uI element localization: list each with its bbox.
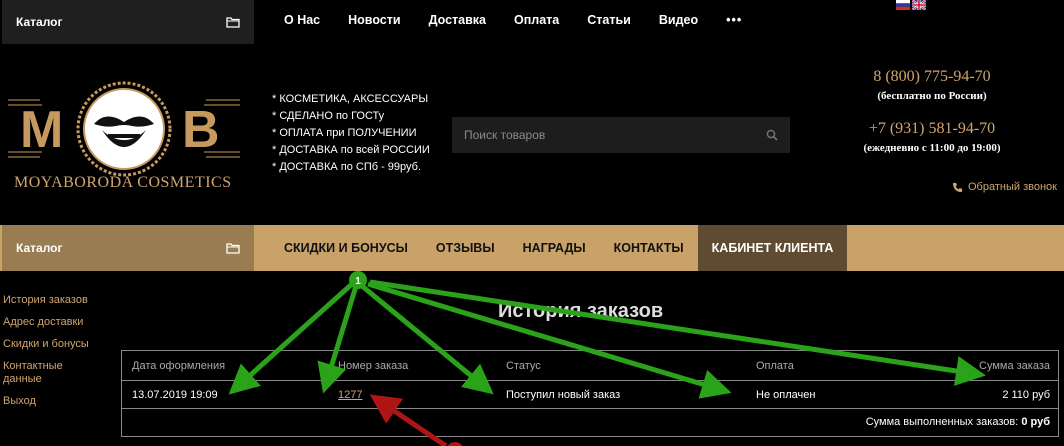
order-number-link[interactable]: 1277	[338, 389, 362, 401]
green-marker	[349, 271, 367, 289]
column-header-number: Номер заказа	[338, 359, 409, 372]
nav-video[interactable]: Видео	[659, 13, 698, 27]
nav-about[interactable]: О Нас	[284, 13, 320, 27]
table-header: Дата оформления Номер заказа Статус Опла…	[122, 351, 1058, 381]
sidebar-item-discounts[interactable]: Скидки и бонусы	[3, 338, 103, 351]
feature-item: * КОСМЕТИКА, АКСЕССУАРЫ	[272, 93, 429, 105]
feature-item: * ДОСТАВКА по СПб - 99руб.	[272, 161, 422, 173]
callback-label: Обратный звонок	[968, 181, 1057, 193]
orders-total-value: 0 руб	[1021, 416, 1050, 428]
catalog-label: Каталог	[16, 241, 63, 255]
nav-reviews[interactable]: ОТЗЫВЫ	[422, 225, 509, 271]
orders-table: Дата оформления Номер заказа Статус Опла…	[121, 350, 1059, 437]
callback-link[interactable]: Обратный звонок	[952, 181, 1057, 193]
nav-delivery[interactable]: Доставка	[429, 13, 486, 27]
feature-item: * ДОСТАВКА по всей РОССИИ	[272, 144, 430, 156]
phone-secondary[interactable]: +7 (931) 581-94-70	[850, 120, 1014, 138]
top-nav: О Нас Новости Доставка Оплата Статьи Вид…	[270, 0, 756, 40]
green-marker-label: 1	[355, 276, 361, 287]
order-status: Поступил новый заказ	[506, 388, 621, 401]
feature-item: * СДЕЛАНО по ГОСТу	[272, 110, 385, 122]
language-switcher	[896, 0, 926, 10]
column-header-date: Дата оформления	[132, 359, 226, 372]
nav-payment[interactable]: Оплата	[514, 13, 559, 27]
phone-primary[interactable]: 8 (800) 775-94-70	[850, 68, 1014, 86]
account-sidebar: История заказов Адрес доставки Скидки и …	[3, 294, 103, 417]
page-title: История заказов	[498, 300, 664, 322]
sidebar-item-order-history[interactable]: История заказов	[3, 294, 103, 307]
nav-discounts[interactable]: СКИДКИ И БОНУСЫ	[270, 225, 422, 271]
red-marker	[447, 442, 463, 446]
column-header-status: Статус	[506, 359, 541, 372]
catalog-button[interactable]: Каталог	[2, 225, 254, 271]
search-input[interactable]	[464, 128, 766, 142]
column-header-payment: Оплата	[756, 359, 794, 372]
logo-letter-b: B	[182, 101, 220, 159]
search-bar	[452, 117, 790, 153]
phone-icon	[952, 182, 963, 192]
nav-articles[interactable]: Статьи	[587, 13, 631, 27]
contacts-block: 8 (800) 775-94-70 (бесплатно по России) …	[850, 68, 1014, 154]
logo-letter-m: M	[20, 101, 63, 159]
nav-more[interactable]: •••	[726, 13, 742, 27]
feature-item: * ОПЛАТА при ПОЛУЧЕНИИ	[272, 127, 417, 139]
nav-awards[interactable]: НАГРАДЫ	[509, 225, 600, 271]
russian-flag-icon[interactable]	[896, 0, 910, 10]
order-payment: Не оплачен	[756, 388, 816, 401]
sidebar-item-logout[interactable]: Выход	[3, 395, 103, 408]
orders-total-label: Сумма выполненных заказов:	[865, 416, 1019, 428]
english-flag-icon[interactable]	[912, 0, 926, 10]
orders-total: Сумма выполненных заказов: 0 руб	[866, 416, 1050, 428]
sidebar-item-contact-data[interactable]: Контактные данные	[3, 360, 103, 386]
nav-contacts[interactable]: КОНТАКТЫ	[600, 225, 698, 271]
main-nav: Каталог СКИДКИ И БОНУСЫ ОТЗЫВЫ НАГРАДЫ К…	[0, 225, 1064, 271]
nav-client-cabinet[interactable]: КАБИНЕТ КЛИЕНТА	[697, 225, 848, 271]
table-row: 13.07.2019 19:09 1277 Поступил новый зак…	[122, 381, 1058, 409]
column-header-sum: Сумма заказа	[979, 359, 1050, 372]
phone-primary-note: (бесплатно по России)	[877, 90, 987, 102]
top-catalog-button[interactable]: Каталог	[2, 0, 254, 44]
phone-secondary-note: (ежедневно с 11:00 до 19:00)	[863, 142, 1001, 154]
folder-icon	[226, 17, 240, 28]
nav-news[interactable]: Новости	[348, 13, 400, 27]
order-date: 13.07.2019 19:09	[132, 388, 218, 401]
top-catalog-label: Каталог	[16, 15, 63, 29]
features-list: * КОСМЕТИКА, АКСЕССУАРЫ * СДЕЛАНО по ГОС…	[272, 91, 430, 176]
logo-name: MOYABORODA COSMETICS	[14, 174, 232, 191]
search-icon[interactable]	[766, 129, 778, 141]
folder-icon	[226, 243, 240, 254]
order-sum: 2 110 руб	[1002, 388, 1050, 401]
sidebar-item-delivery-address[interactable]: Адрес доставки	[3, 316, 103, 329]
